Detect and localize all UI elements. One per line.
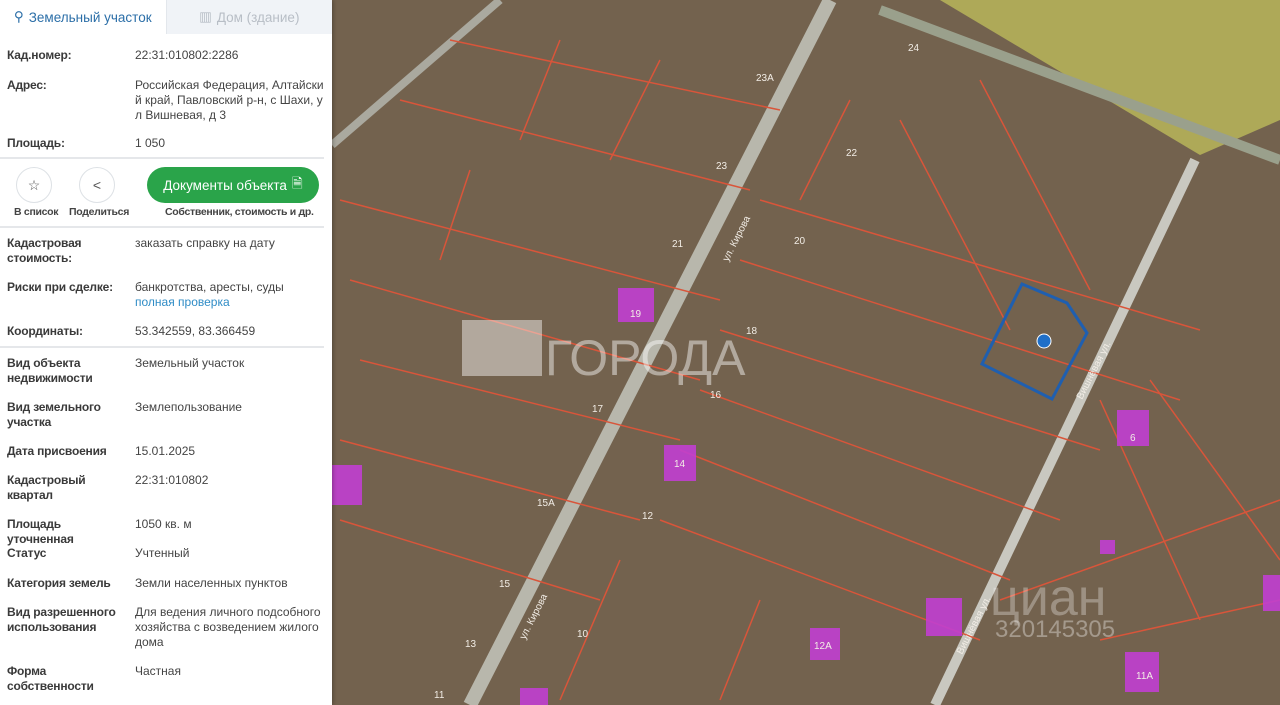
house-label: 10 (577, 629, 589, 640)
share-label: Поделиться (69, 206, 130, 218)
value: 22:31:010802 (135, 473, 209, 487)
house-label: 6 (1130, 433, 1136, 444)
house-label: 23 (716, 161, 728, 172)
house-label: 23А (756, 73, 774, 84)
label: Вид разрешенного использования (7, 605, 116, 634)
label: Площадь: (7, 136, 65, 150)
house-label: 22 (846, 148, 858, 159)
cad-number-link[interactable]: 22:31:010802:2286 (135, 48, 324, 63)
value: Российская Федерация, Алтайский край, Па… (135, 78, 324, 122)
value: Землепользование (135, 400, 242, 414)
divider (0, 226, 324, 228)
share-icon: < (92, 177, 102, 193)
value: 1 050 (135, 136, 166, 150)
label: Кад.номер: (7, 48, 72, 62)
value: 1050 кв. м (135, 517, 192, 531)
label: Риски при сделке: (7, 280, 113, 294)
map-pin-icon: ⚲ (13, 9, 24, 24)
house-label: 11 (434, 690, 445, 701)
value: Земельный участок (135, 356, 245, 370)
building-9 (926, 598, 962, 636)
house-label: 18 (746, 326, 758, 337)
label: Категория земель (7, 576, 111, 590)
building-icon: ▥ (199, 9, 212, 24)
watermark: 320145305 (995, 616, 1115, 643)
label: Форма собственности (7, 664, 94, 693)
share-button[interactable]: < (79, 167, 115, 203)
tab-house[interactable]: ▥ Дом (здание) (165, 0, 332, 34)
button-label: Документы объекта (163, 177, 287, 193)
house-label: 21 (672, 239, 684, 250)
label: Площадь уточненная (7, 517, 74, 546)
divider (0, 157, 324, 159)
label: Дата присвоения (7, 444, 107, 458)
value: 15.01.2025 (135, 444, 196, 458)
document-icon: 🗎 (291, 175, 303, 191)
label: Вид земельного участка (7, 400, 101, 429)
house-label: 13 (465, 639, 477, 650)
star-icon: ☆ (27, 176, 41, 193)
house-label: 15А (537, 498, 555, 509)
divider (0, 346, 324, 348)
full-check-link[interactable]: полная проверка (135, 295, 230, 309)
tab-label: Земельный участок (28, 9, 152, 25)
value: Для ведения личного подсобного хозяйства… (135, 605, 321, 649)
value: 53.342559, 83.366459 (135, 324, 256, 338)
object-documents-button[interactable]: Документы объекта 🗎 (147, 167, 319, 203)
label: Вид объекта недвижимости (7, 356, 93, 385)
add-to-list-label: В список (14, 206, 59, 218)
order-certificate-link[interactable]: заказать справку на дату (135, 236, 324, 251)
house-label: 24 (908, 43, 920, 54)
add-to-list-button[interactable]: ☆ (16, 167, 52, 203)
house-label: 11А (1136, 671, 1153, 682)
value: банкротства, аресты, суды (135, 280, 284, 294)
property-info-panel: ⚲ Земельный участок ▥ Дом (здание) Кад.ном… (0, 0, 332, 705)
house-label: 12 (642, 511, 654, 522)
watermark: ГОРОДА (545, 330, 746, 386)
value: Земли населенных пунктов (135, 576, 288, 590)
house-label: 19 (630, 309, 642, 320)
label: Статус (7, 546, 47, 560)
label: Кадастровая стоимость: (7, 236, 82, 265)
house-label: 15 (499, 579, 511, 590)
value: Учтенный (135, 546, 190, 560)
house-label: 14 (674, 459, 686, 470)
label: Кадастровый квартал (7, 473, 86, 502)
tab-land-plot[interactable]: ⚲ Земельный участок (0, 0, 166, 34)
label: Координаты: (7, 324, 83, 338)
gorod-logo-watermark (462, 320, 542, 376)
documents-caption: Собственник, стоимость и др. (165, 206, 314, 218)
house-label: 16 (710, 390, 722, 401)
house-label: 12А (814, 641, 832, 652)
tab-label: Дом (здание) (216, 9, 300, 25)
house-label: 17 (592, 404, 604, 415)
house-label: 20 (794, 236, 806, 247)
label: Адрес: (7, 78, 47, 92)
value: Частная (135, 664, 181, 678)
selected-parcel-marker[interactable] (1036, 333, 1052, 349)
